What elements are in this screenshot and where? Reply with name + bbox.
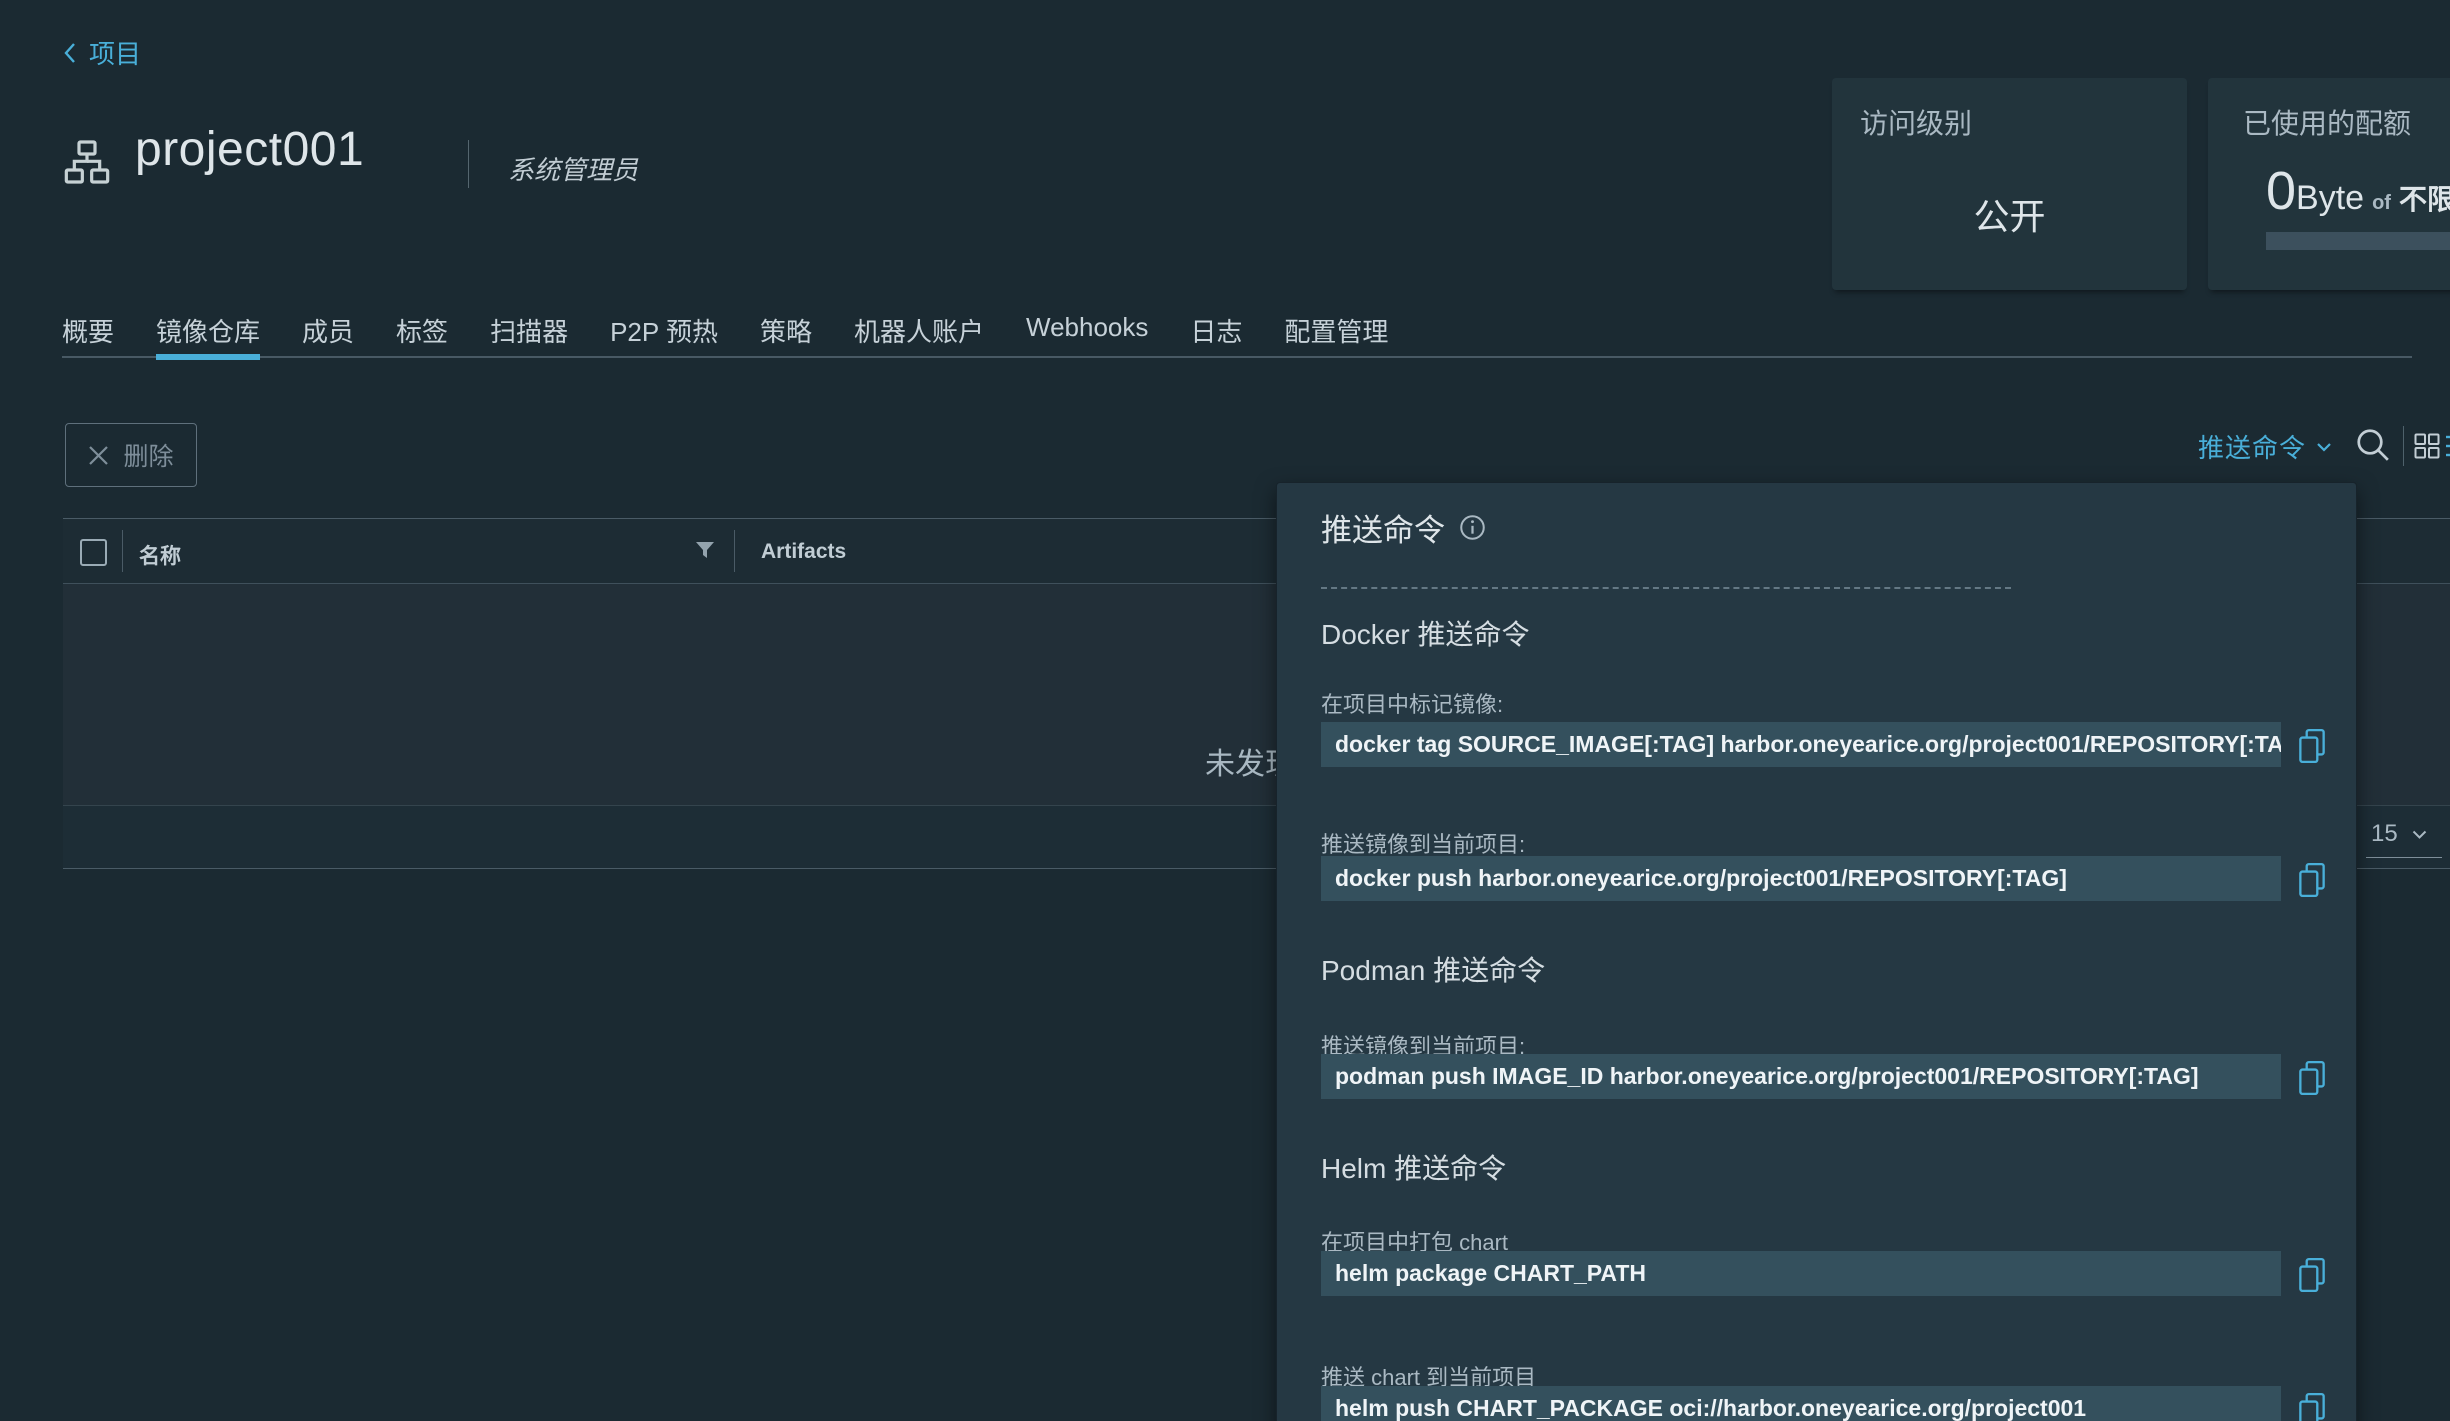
quota-card: 已使用的配额 0Byte of 不限制 xyxy=(2208,78,2450,290)
quota-used-number: 0 xyxy=(2266,160,2296,222)
column-separator xyxy=(122,530,123,572)
docker-push-command[interactable]: docker push harbor.oneyearice.org/projec… xyxy=(1321,856,2281,901)
chevron-down-icon xyxy=(2412,830,2427,839)
push-panel-title-row: 推送命令 xyxy=(1321,505,1486,550)
search-button[interactable] xyxy=(2354,426,2392,464)
copy-icon[interactable] xyxy=(2297,862,2327,898)
access-level-label: 访问级别 xyxy=(1860,102,2187,142)
select-all-checkbox[interactable] xyxy=(80,539,107,566)
filter-icon[interactable] xyxy=(696,542,714,559)
docker-push-label: 推送镜像到当前项目: xyxy=(1321,827,1525,859)
project-role-label: 系统管理员 xyxy=(508,150,638,187)
tab-members[interactable]: 成员 xyxy=(302,312,354,356)
quota-of-text: of xyxy=(2372,192,2391,215)
tab-webhooks[interactable]: Webhooks xyxy=(1026,312,1148,356)
page-title: project001 xyxy=(135,122,364,177)
dashed-divider xyxy=(1321,587,2011,589)
push-command-panel: 推送命令 Docker 推送命令 在项目中标记镜像: docker tag SO… xyxy=(1276,482,2357,1421)
list-view-icon[interactable] xyxy=(2444,433,2450,459)
access-level-value: 公开 xyxy=(1832,188,2187,240)
info-icon[interactable] xyxy=(1459,514,1486,541)
docker-tag-command[interactable]: docker tag SOURCE_IMAGE[:TAG] harbor.one… xyxy=(1321,722,2281,767)
chevron-left-icon xyxy=(63,42,77,64)
helm-push-command[interactable]: helm push CHART_PACKAGE oci://harbor.one… xyxy=(1321,1386,2281,1421)
push-command-dropdown-trigger[interactable]: 推送命令 xyxy=(2198,428,2332,465)
quota-value: 0Byte of 不限制 xyxy=(2266,160,2450,222)
column-header-artifacts[interactable]: Artifacts xyxy=(761,540,846,564)
copy-icon[interactable] xyxy=(2297,728,2327,764)
tab-robot-accounts[interactable]: 机器人账户 xyxy=(854,312,984,356)
tab-p2p-preheat[interactable]: P2P 预热 xyxy=(610,312,718,356)
helm-section-heading: Helm 推送命令 xyxy=(1321,1147,1506,1187)
project-icon xyxy=(63,138,111,186)
toolbar-divider xyxy=(2403,426,2404,466)
helm-package-command[interactable]: helm package CHART_PATH xyxy=(1321,1251,2281,1296)
tab-scanner[interactable]: 扫描器 xyxy=(490,312,568,356)
copy-icon[interactable] xyxy=(2297,1060,2327,1096)
column-separator xyxy=(734,530,735,572)
page-size-select[interactable]: 15 xyxy=(2371,820,2427,848)
push-panel-title: 推送命令 xyxy=(1321,505,1445,550)
chevron-down-icon xyxy=(2316,442,2332,452)
tab-labels[interactable]: 标签 xyxy=(396,312,448,356)
back-link-label: 项目 xyxy=(89,34,141,71)
column-header-name[interactable]: 名称 xyxy=(139,540,181,570)
tab-summary[interactable]: 概要 xyxy=(62,312,114,356)
docker-section-heading: Docker 推送命令 xyxy=(1321,613,1529,653)
tab-logs[interactable]: 日志 xyxy=(1190,312,1242,356)
copy-icon[interactable] xyxy=(2297,1392,2327,1421)
tab-repositories[interactable]: 镜像仓库 xyxy=(156,312,260,356)
quota-progress-bar xyxy=(2266,232,2450,250)
copy-icon[interactable] xyxy=(2297,1257,2327,1293)
card-view-icon[interactable] xyxy=(2414,433,2440,459)
page-size-underline xyxy=(2366,857,2442,858)
docker-tag-label: 在项目中标记镜像: xyxy=(1321,687,1503,719)
x-icon xyxy=(88,445,109,466)
harbor-project-page: 项目 project001 系统管理员 访问级别 公开 已使用的配额 0Byte… xyxy=(0,0,2450,1421)
access-level-card: 访问级别 公开 xyxy=(1832,78,2187,290)
push-command-trigger-label: 推送命令 xyxy=(2198,428,2306,465)
quota-unit: Byte xyxy=(2296,179,2364,218)
page-size-value: 15 xyxy=(2371,820,2398,848)
podman-push-command[interactable]: podman push IMAGE_ID harbor.oneyearice.o… xyxy=(1321,1054,2281,1099)
tab-configuration[interactable]: 配置管理 xyxy=(1284,312,1388,356)
quota-label: 已使用的配额 xyxy=(2243,102,2450,142)
delete-button[interactable]: 删除 xyxy=(65,423,197,487)
back-to-projects-link[interactable]: 项目 xyxy=(63,34,141,71)
podman-section-heading: Podman 推送命令 xyxy=(1321,949,1545,989)
tab-policy[interactable]: 策略 xyxy=(760,312,812,356)
delete-button-label: 删除 xyxy=(123,437,173,473)
title-divider xyxy=(468,140,469,188)
quota-limit: 不限制 xyxy=(2399,178,2450,218)
project-tabs: 概要 镜像仓库 成员 标签 扫描器 P2P 预热 策略 机器人账户 Webhoo… xyxy=(62,312,2412,358)
